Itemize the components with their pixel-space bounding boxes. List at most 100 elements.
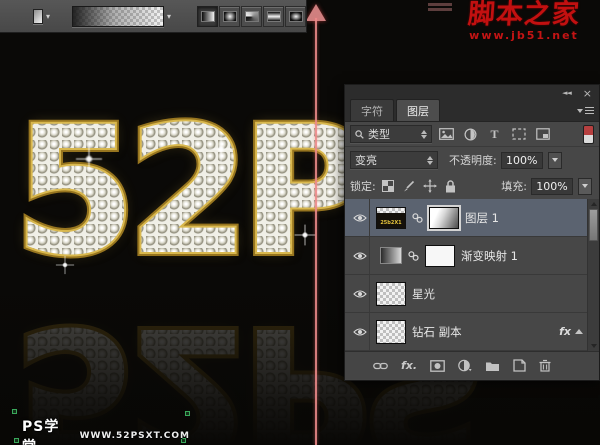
- tab-character[interactable]: 字符: [350, 99, 394, 121]
- logo-title: 脚本之家: [466, 0, 582, 29]
- gradient-swatch[interactable]: [33, 8, 43, 24]
- eye-icon: [352, 327, 367, 336]
- lock-position-button[interactable]: [422, 179, 437, 193]
- gradient-type-linear-button[interactable]: [197, 5, 218, 27]
- layer-thumbnail[interactable]: [376, 319, 406, 344]
- layers-list: 25b2X1 图层 1 渐变映射 1 星光 钻石 副本 fx: [345, 199, 599, 351]
- fill-label: 填充:: [501, 180, 527, 193]
- corner-mark-icon: [12, 409, 17, 414]
- linear-gradient-icon: [200, 10, 215, 22]
- layer-filter-row: 类型 T: [345, 122, 599, 147]
- add-layer-mask-button[interactable]: [430, 359, 445, 372]
- gradient-type-radial-button[interactable]: [219, 5, 240, 27]
- vertical-guide-line[interactable]: [315, 18, 317, 445]
- dropdown-updown-icon: [427, 155, 433, 165]
- checkerboard-icon: [381, 180, 394, 192]
- new-adjustment-layer-button[interactable]: [458, 359, 472, 372]
- gradient-type-diamond-button[interactable]: [285, 5, 306, 27]
- diamond-gradient-icon: [288, 10, 303, 22]
- filter-type-label: 类型: [368, 128, 390, 141]
- layer-row-gradient-map[interactable]: 渐变映射 1: [345, 237, 599, 275]
- visibility-cell[interactable]: [350, 313, 370, 350]
- adjustment-half-circle-icon: [458, 359, 472, 372]
- gradient-type-buttons: [197, 5, 306, 27]
- blend-mode-dropdown[interactable]: 变亮: [350, 151, 438, 169]
- eye-icon: [352, 251, 367, 260]
- scroll-up-icon[interactable]: [591, 202, 597, 206]
- visibility-cell[interactable]: [350, 237, 370, 274]
- thumbnail-transparency-strip: [377, 207, 405, 213]
- opacity-label: 不透明度:: [449, 154, 497, 167]
- layer-row-diamond-copy[interactable]: 钻石 副本 fx: [345, 313, 599, 351]
- filter-type-layers-button[interactable]: T: [486, 126, 503, 142]
- layers-scrollbar[interactable]: [587, 199, 599, 351]
- image-icon: [439, 128, 454, 140]
- lock-row: 锁定: 填充: 100%: [345, 173, 599, 199]
- layer-name[interactable]: 钻石 副本: [412, 324, 462, 340]
- close-panel-icon[interactable]: ×: [583, 88, 592, 99]
- filter-kind-icons: T: [438, 126, 551, 142]
- gradient-type-angle-button[interactable]: [241, 5, 262, 27]
- fill-dropdown-arrow[interactable]: [578, 177, 592, 195]
- link-layers-button[interactable]: [373, 361, 388, 371]
- dropdown-updown-icon: [421, 129, 427, 139]
- lock-transparent-pixels-button[interactable]: [381, 180, 394, 192]
- collapse-effects-icon[interactable]: [575, 329, 583, 334]
- layer-row-layer1[interactable]: 25b2X1 图层 1: [345, 199, 599, 237]
- layer-thumbnail[interactable]: 25b2X1: [376, 206, 406, 229]
- add-layer-style-button[interactable]: fx.: [401, 359, 417, 372]
- fill-field[interactable]: 100%: [531, 177, 573, 195]
- layer-name[interactable]: 渐变映射 1: [461, 248, 518, 264]
- layer-mask-icon: [430, 359, 445, 372]
- layer-thumbnail[interactable]: [376, 281, 406, 306]
- opacity-field[interactable]: 100%: [500, 151, 543, 169]
- lock-icons: [381, 179, 456, 193]
- adjustment-circle-icon: [464, 127, 477, 141]
- delete-layer-button[interactable]: [539, 359, 551, 372]
- panel-menu-icon[interactable]: [577, 107, 594, 114]
- filter-on-off-toggle[interactable]: [583, 124, 594, 144]
- filter-adjustment-layers-button[interactable]: [462, 126, 479, 142]
- visibility-cell[interactable]: [350, 199, 370, 236]
- gradient-preview-picker[interactable]: [71, 5, 164, 27]
- scroll-down-icon[interactable]: [591, 344, 597, 348]
- adjustment-mask-thumbnail[interactable]: [425, 244, 455, 267]
- layer-fx-badge[interactable]: fx: [559, 325, 571, 338]
- blend-mode-row: 变亮 不透明度: 100%: [345, 147, 599, 173]
- layer-mask-thumbnail[interactable]: [429, 206, 459, 229]
- lock-all-button[interactable]: [445, 179, 456, 193]
- new-group-button[interactable]: [485, 360, 500, 372]
- sparkle-glint: [294, 224, 316, 246]
- layer-name[interactable]: 图层 1: [465, 210, 499, 226]
- lock-image-pixels-button[interactable]: [402, 180, 415, 193]
- swatch-dropdown-arrow-icon[interactable]: ▾: [46, 12, 50, 21]
- gradient-dropdown-arrow-icon[interactable]: ▾: [167, 12, 171, 21]
- lock-label: 锁定:: [350, 180, 376, 193]
- link-icon: [408, 250, 419, 261]
- scrollbar-thumb[interactable]: [589, 209, 598, 241]
- blend-mode-value: 变亮: [355, 154, 377, 167]
- filter-pixel-layers-button[interactable]: [438, 126, 455, 142]
- eye-icon: [352, 289, 367, 298]
- filter-type-dropdown[interactable]: 类型: [350, 125, 432, 143]
- logo-url: www.jb51.net: [469, 29, 579, 43]
- thumbnail-tiny-text: 25b2X1: [380, 219, 402, 226]
- sparkle-glint: [55, 255, 75, 275]
- watermark-site-name: PS学堂: [22, 419, 60, 445]
- visibility-cell[interactable]: [350, 275, 370, 312]
- link-icon: [412, 212, 423, 223]
- layer-row-starlight[interactable]: 星光: [345, 275, 599, 313]
- filter-smart-objects-button[interactable]: [534, 126, 551, 142]
- collapse-panel-icon[interactable]: ◄◄: [562, 89, 572, 97]
- gradient-type-reflected-button[interactable]: [263, 5, 284, 27]
- new-layer-button[interactable]: [513, 359, 526, 372]
- type-tool-icon: T: [490, 126, 499, 141]
- psxuetang-watermark: PS学堂 WWW.52PSXT.COM: [12, 409, 190, 445]
- sparkle-glint: [208, 136, 234, 162]
- new-layer-icon: [513, 359, 526, 372]
- layer-name[interactable]: 星光: [412, 286, 435, 302]
- tab-layers[interactable]: 图层: [396, 99, 440, 121]
- opacity-dropdown-arrow[interactable]: [547, 151, 562, 169]
- gradient-map-thumbnail[interactable]: [380, 247, 402, 264]
- filter-shape-layers-button[interactable]: [510, 126, 527, 142]
